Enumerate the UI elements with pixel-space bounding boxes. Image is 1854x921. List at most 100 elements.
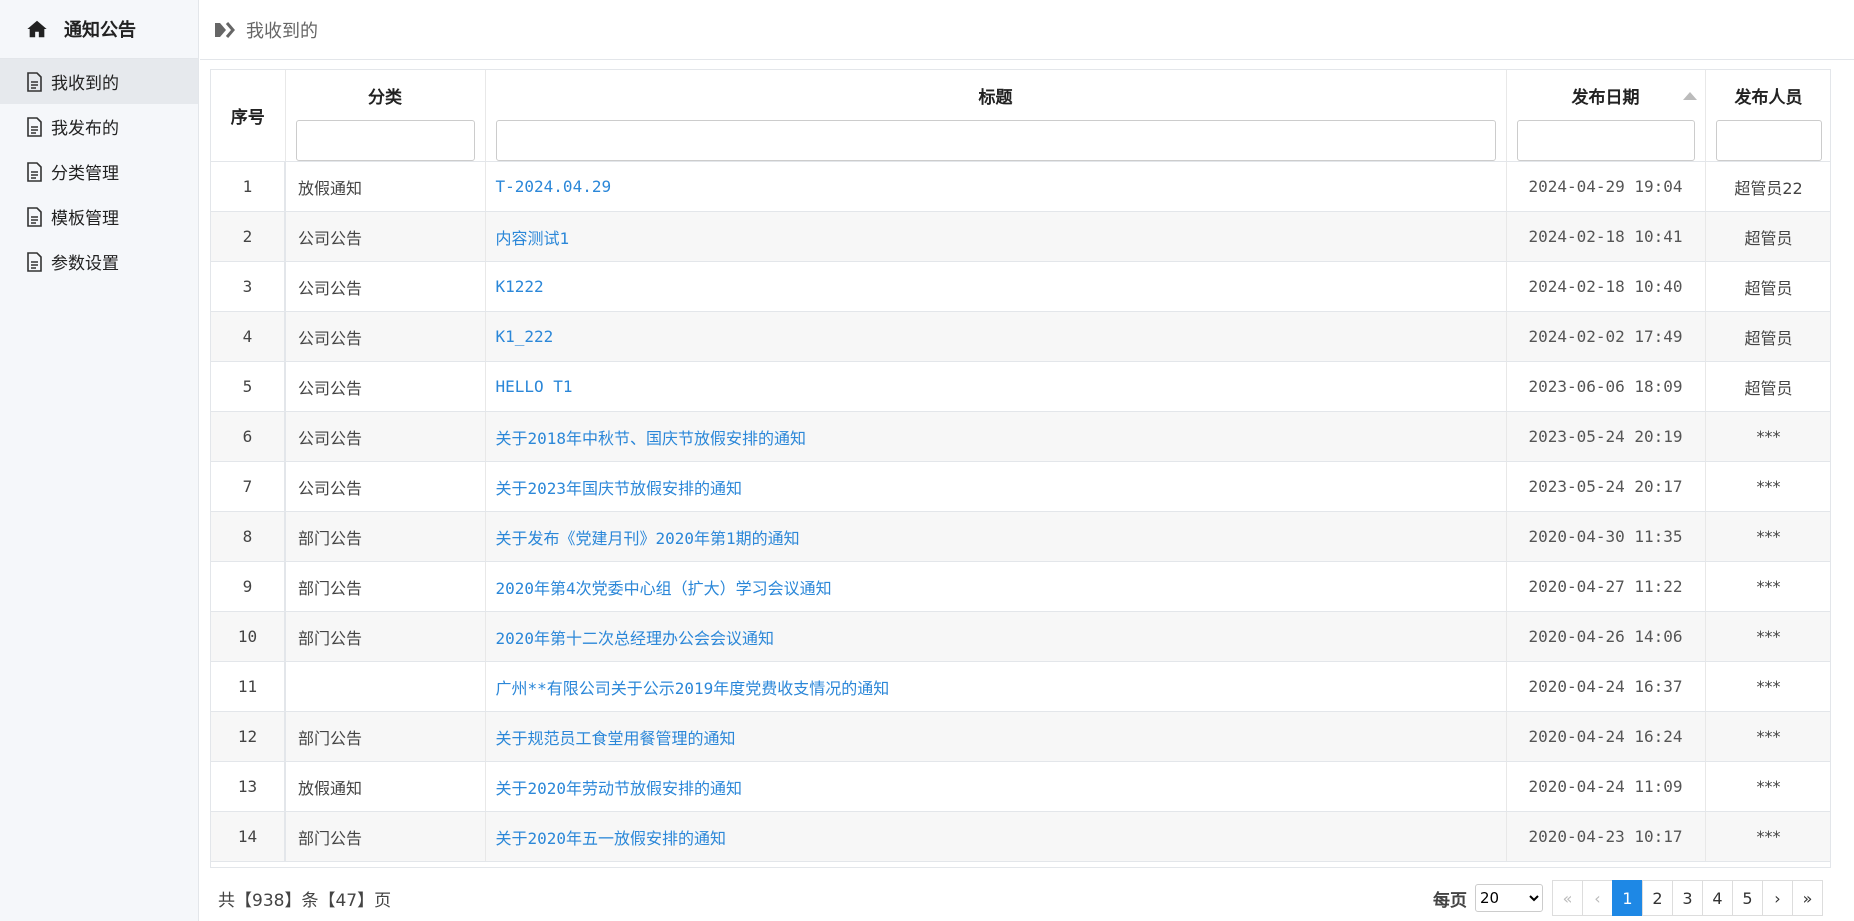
page-button-1[interactable]: 1 — [1612, 880, 1643, 916]
sidebar-item-settings[interactable]: 参数设置 — [0, 239, 198, 284]
row-publisher: *** — [1705, 761, 1830, 812]
pagination-bar: 共【938】条【47】页 每页 20 « ‹ 1 2 3 4 5 › » — [210, 875, 1831, 921]
sidebar: 通知公告 我收到的 我发布的 分类管理 模板管理 参数设置 — [0, 0, 199, 921]
column-header-category[interactable]: 分类 — [285, 70, 486, 162]
row-title-link[interactable]: K1_222 — [485, 311, 1507, 362]
row-publisher: *** — [1705, 511, 1830, 562]
row-number: 10 — [211, 611, 286, 662]
row-title-link[interactable]: T-2024.04.29 — [485, 161, 1507, 212]
publisher-filter-input[interactable] — [1715, 120, 1822, 161]
table-row[interactable]: 14 部门公告 关于2020年五一放假安排的通知 2020-04-23 10:17 **… — [211, 811, 1830, 862]
sidebar-item-label: 我发布的 — [51, 119, 119, 139]
row-publisher: *** — [1705, 411, 1830, 462]
collapse-toggle-icon[interactable] — [214, 20, 238, 40]
table-row[interactable]: 11 广州**有限公司关于公示2019年度党费收支情况的通知 2020-04-24 … — [211, 661, 1830, 712]
table-row[interactable]: 5 公司公告 HELLO T1 2023-06-06 18:09 超管员 — [211, 361, 1830, 412]
row-number: 12 — [211, 711, 286, 762]
row-date: 2020-04-24 16:24 — [1506, 711, 1706, 762]
row-title-link[interactable]: HELLO T1 — [485, 361, 1507, 412]
row-date: 2024-02-18 10:41 — [1506, 211, 1706, 262]
row-title-link[interactable]: 关于发布《党建月刊》2020年第1期的通知 — [485, 511, 1507, 562]
next-page-button[interactable]: › — [1762, 880, 1793, 916]
per-page-select[interactable]: 20 — [1475, 884, 1543, 912]
sidebar-item-label: 模板管理 — [51, 209, 119, 229]
row-publisher: 超管员 — [1705, 311, 1830, 362]
pagination-controls: 每页 20 « ‹ 1 2 3 4 5 › » — [1433, 880, 1823, 916]
row-title-link[interactable]: 关于规范员工食堂用餐管理的通知 — [485, 711, 1507, 762]
row-date: 2023-05-24 20:17 — [1506, 461, 1706, 512]
page-buttons: « ‹ 1 2 3 4 5 › » — [1552, 880, 1823, 916]
page-button-4[interactable]: 4 — [1702, 880, 1733, 916]
prev-page-button[interactable]: ‹ — [1582, 880, 1613, 916]
document-icon — [27, 116, 42, 137]
sidebar-item-category-management[interactable]: 分类管理 — [0, 149, 198, 194]
row-category: 公司公告 — [284, 211, 486, 262]
row-publisher: 超管员 — [1705, 361, 1830, 412]
row-publisher: *** — [1705, 811, 1830, 862]
row-title-link[interactable]: 内容测试1 — [485, 211, 1507, 262]
sidebar-item-template-management[interactable]: 模板管理 — [0, 194, 198, 239]
table-row[interactable]: 10 部门公告 2020年第十二次总经理办公会会议通知 2020-04-26 14:0… — [211, 611, 1830, 662]
row-number: 9 — [211, 561, 286, 612]
row-publisher: *** — [1705, 611, 1830, 662]
row-category: 公司公告 — [284, 461, 486, 512]
row-title-link[interactable]: 2020年第4次党委中心组（扩大）学习会议通知 — [485, 561, 1507, 612]
last-page-button[interactable]: » — [1792, 880, 1823, 916]
column-header-publisher[interactable]: 发布人员 — [1705, 70, 1830, 162]
table-row[interactable]: 8 部门公告 关于发布《党建月刊》2020年第1期的通知 2020-04-30 11:… — [211, 511, 1830, 562]
table-header-row: 序号 分类 标题 发布日期 发布人员 — [211, 70, 1830, 162]
row-publisher: *** — [1705, 661, 1830, 712]
table-row[interactable]: 4 公司公告 K1_222 2024-02-02 17:49 超管员 — [211, 311, 1830, 362]
column-header-title[interactable]: 标题 — [485, 70, 1507, 162]
row-category: 部门公告 — [284, 711, 486, 762]
row-number: 7 — [211, 461, 286, 512]
page-button-3[interactable]: 3 — [1672, 880, 1703, 916]
notice-table-container: 序号 分类 标题 发布日期 发布人员 1 放假通知 T-2024.04.29 2… — [210, 69, 1831, 868]
row-number: 13 — [211, 761, 286, 812]
row-number: 11 — [211, 661, 286, 712]
sidebar-item-label: 我收到的 — [51, 74, 119, 94]
row-title-link[interactable]: 关于2020年五一放假安排的通知 — [485, 811, 1507, 862]
table-row[interactable]: 2 公司公告 内容测试1 2024-02-18 10:41 超管员 — [211, 211, 1830, 262]
page-button-2[interactable]: 2 — [1642, 880, 1673, 916]
row-date: 2020-04-24 16:37 — [1506, 661, 1706, 712]
table-row[interactable]: 13 放假通知 关于2020年劳动节放假安排的通知 2020-04-24 11:09 *… — [211, 761, 1830, 812]
row-publisher: 超管员 — [1705, 211, 1830, 262]
row-number: 6 — [211, 411, 286, 462]
date-filter-input[interactable] — [1516, 120, 1695, 161]
row-title-link[interactable]: 关于2018年中秋节、国庆节放假安排的通知 — [485, 411, 1507, 462]
document-icon — [27, 161, 42, 182]
row-title-link[interactable]: 关于2020年劳动节放假安排的通知 — [485, 761, 1507, 812]
table-row[interactable]: 6 公司公告 关于2018年中秋节、国庆节放假安排的通知 2023-05-24 20:… — [211, 411, 1830, 462]
sidebar-item-received[interactable]: 我收到的 — [0, 59, 198, 104]
row-number: 14 — [211, 811, 286, 862]
breadcrumb: 我收到的 — [246, 20, 318, 42]
row-title-link[interactable]: K1222 — [485, 261, 1507, 312]
row-publisher: 超管员22 — [1705, 161, 1830, 212]
row-category: 公司公告 — [284, 411, 486, 462]
sidebar-item-published[interactable]: 我发布的 — [0, 104, 198, 149]
category-filter-input[interactable] — [295, 120, 475, 161]
table-row[interactable]: 12 部门公告 关于规范员工食堂用餐管理的通知 2020-04-24 16:24 *** — [211, 711, 1830, 762]
page-button-5[interactable]: 5 — [1732, 880, 1763, 916]
title-filter-input[interactable] — [495, 120, 1496, 161]
column-header-date[interactable]: 发布日期 — [1506, 70, 1706, 162]
row-category: 公司公告 — [284, 261, 486, 312]
row-title-link[interactable]: 关于2023年国庆节放假安排的通知 — [485, 461, 1507, 512]
row-title-link[interactable]: 广州**有限公司关于公示2019年度党费收支情况的通知 — [485, 661, 1507, 712]
row-title-link[interactable]: 2020年第十二次总经理办公会会议通知 — [485, 611, 1507, 662]
table-row[interactable]: 1 放假通知 T-2024.04.29 2024-04-29 19:04 超管员22 — [211, 161, 1830, 212]
sidebar-brand[interactable]: 通知公告 — [0, 0, 198, 59]
table-row[interactable]: 3 公司公告 K1222 2024-02-18 10:40 超管员 — [211, 261, 1830, 312]
sort-ascending-icon[interactable] — [1682, 92, 1697, 100]
row-date: 2020-04-30 11:35 — [1506, 511, 1706, 562]
document-icon — [27, 251, 42, 272]
row-category: 部门公告 — [284, 511, 486, 562]
table-row[interactable]: 7 公司公告 关于2023年国庆节放假安排的通知 2023-05-24 20:17 **… — [211, 461, 1830, 512]
document-icon — [27, 206, 42, 227]
table-row[interactable]: 9 部门公告 2020年第4次党委中心组（扩大）学习会议通知 2020-04-27 1… — [211, 561, 1830, 612]
row-number: 5 — [211, 361, 286, 412]
row-category — [284, 661, 486, 712]
first-page-button[interactable]: « — [1552, 880, 1583, 916]
row-date: 2020-04-24 11:09 — [1506, 761, 1706, 812]
